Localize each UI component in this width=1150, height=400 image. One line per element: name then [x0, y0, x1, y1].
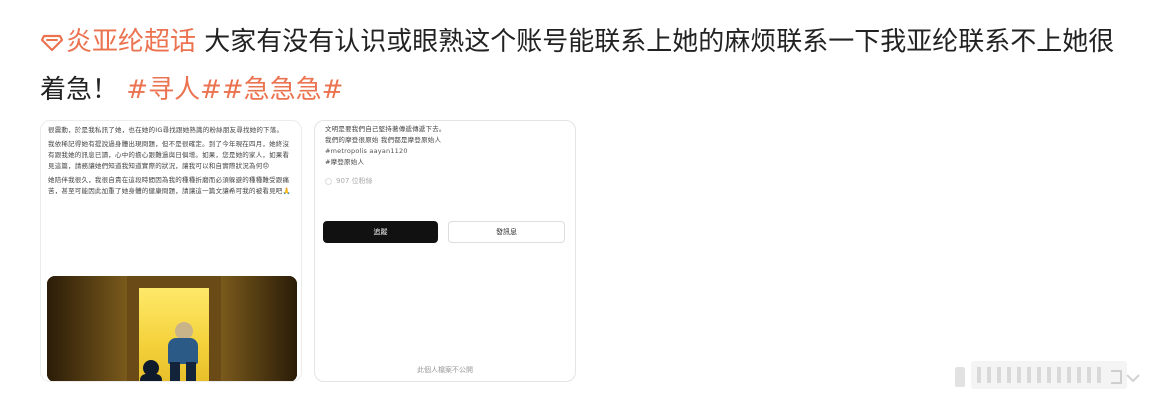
screenshot-text: 很震動，於是我私訊了她，也在她的IG尋找跟她熟識的粉絲朋友尋找她的下落。 我依稀…: [41, 121, 301, 197]
bio-line: 我們的摩登很原始 我們都是摩登原始人: [325, 136, 442, 144]
bio-line: #metropolis aayan1120: [325, 147, 408, 155]
hashtag-xunren[interactable]: #寻人#: [126, 75, 222, 105]
supertopic-name[interactable]: 炎亚纶超话: [66, 27, 196, 57]
previous-line-fragment: [40, 0, 340, 6]
profile-bio: 文明是要我們自己堅持著傳遞傳遞下去。 我們的摩登很原始 我們都是摩登原始人 #m…: [315, 121, 575, 168]
screenshot-paragraph: 她陪伴我很久，我很自責在這段時間因為我的種種折磨而必須躲避的種種難受跟痛苦，甚至…: [48, 176, 291, 195]
screenshot-paragraph: 很震動，於是我私訊了她，也在她的IG尋找跟她熟識的粉絲朋友尋找她的下落。: [48, 126, 284, 134]
bio-line: 文明是要我們自己堅持著傳遞傳遞下去。: [325, 125, 446, 133]
image-thumbnail-1[interactable]: 很震動，於是我私訊了她，也在她的IG尋找跟她熟識的粉絲朋友尋找她的下落。 我依稀…: [40, 120, 302, 382]
doorway-illustration-icon: [47, 276, 297, 381]
bio-line: #摩登原始人: [325, 158, 365, 166]
avatar-placeholder-icon: [325, 177, 332, 185]
supertopic-diamond-icon: [40, 34, 64, 52]
follow-button[interactable]: 追蹤: [323, 221, 438, 243]
post-body: 炎亚纶超话 大家有没有认识或眼熟这个账号能联系上她的麻烦联系一下我亚纶联系不上她…: [40, 18, 1130, 114]
collapse-toggle-button[interactable]: [955, 357, 1145, 395]
image-thumbnail-2[interactable]: 文明是要我們自己堅持著傳遞傳遞下去。 我們的摩登很原始 我們都是摩登原始人 #m…: [314, 120, 576, 382]
followers-count: 907 位粉絲: [315, 176, 575, 186]
profile-actions: 追蹤 發訊息: [323, 221, 565, 243]
private-profile-note: 此個人檔案不公開: [417, 366, 473, 374]
collapse-toggle-icon: [955, 361, 1140, 389]
hashtag-jijiji[interactable]: #急急急#: [222, 75, 344, 105]
followers-text: 907 位粉絲: [336, 177, 373, 185]
supertopic-link[interactable]: 炎亚纶超话: [40, 27, 204, 57]
message-button[interactable]: 發訊息: [448, 221, 565, 243]
screenshot-paragraph: 我依稀記得她有提說過身體出現問題，但不是很確定。到了今年現在四月，她終沒有跟我她…: [48, 140, 290, 170]
